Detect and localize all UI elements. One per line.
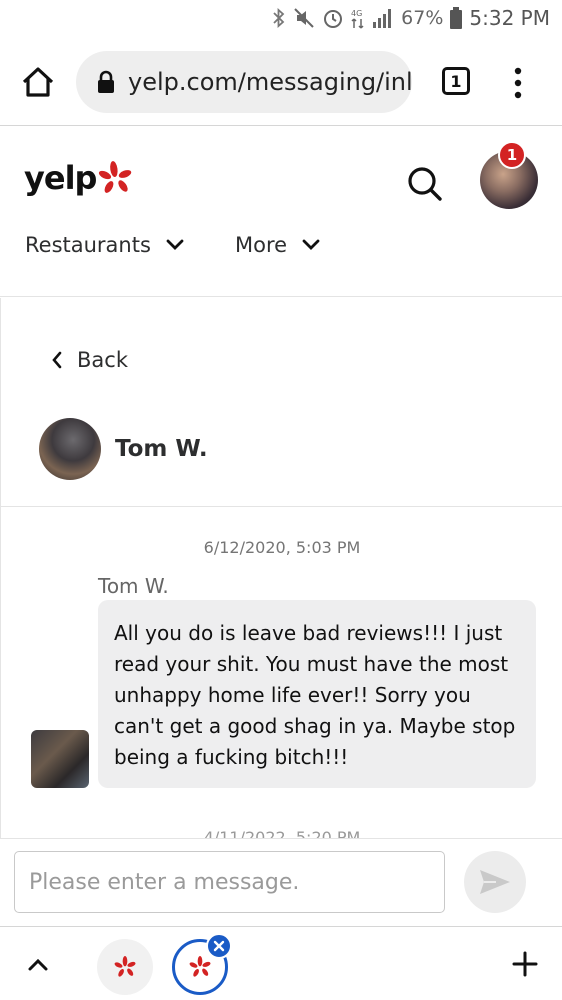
browser-menu-icon[interactable] bbox=[508, 66, 528, 100]
status-icons: 4G 67% 5:32 PM bbox=[272, 6, 550, 30]
chevron-down-icon bbox=[166, 239, 184, 250]
clock: 5:32 PM bbox=[469, 6, 550, 30]
tab-switcher-button[interactable]: 1 bbox=[442, 67, 470, 95]
nav-restaurants-label: Restaurants bbox=[25, 233, 151, 257]
svg-text:4G: 4G bbox=[351, 9, 362, 18]
logo-wordmark: yelp bbox=[24, 159, 97, 197]
yelp-burst-icon bbox=[189, 956, 211, 977]
mute-icon bbox=[294, 8, 314, 28]
network-icon: 4G bbox=[351, 9, 364, 29]
site-header: yelp 1 Restaurants More bbox=[0, 127, 562, 297]
message-bubble: All you do is leave bad reviews!!! I jus… bbox=[98, 600, 536, 788]
status-bar: 4G 67% 5:32 PM bbox=[0, 0, 562, 40]
browser-toolbar: yelp.com/messaging/inl 1 bbox=[0, 40, 562, 126]
chevron-left-icon bbox=[52, 351, 62, 369]
send-button[interactable] bbox=[464, 851, 526, 913]
alarm-icon bbox=[324, 10, 343, 28]
battery-icon bbox=[450, 7, 463, 29]
close-icon bbox=[213, 940, 225, 952]
address-bar[interactable]: yelp.com/messaging/inl bbox=[76, 51, 412, 113]
back-button[interactable]: Back bbox=[51, 348, 128, 372]
nav-restaurants[interactable]: Restaurants bbox=[25, 233, 185, 257]
lock-icon bbox=[98, 70, 114, 93]
conversation-panel: Back Tom W. 6/12/2020, 5:03 PM Tom W. Al… bbox=[0, 298, 562, 838]
yelp-burst-icon bbox=[99, 161, 132, 193]
contact-name: Tom W. bbox=[115, 436, 208, 462]
sender-avatar[interactable] bbox=[31, 730, 89, 788]
next-message-timestamp: 4/11/2022, 5:20 PM bbox=[203, 828, 361, 838]
message-input[interactable] bbox=[14, 851, 445, 913]
search-icon[interactable] bbox=[404, 163, 444, 203]
divider bbox=[1, 506, 562, 507]
tab-yelp[interactable] bbox=[97, 939, 153, 995]
notification-badge: 1 bbox=[498, 141, 526, 169]
plus-icon[interactable] bbox=[510, 949, 540, 979]
contact-avatar bbox=[39, 418, 101, 480]
back-label: Back bbox=[77, 348, 128, 372]
nav-more[interactable]: More bbox=[235, 233, 321, 257]
url-text: yelp.com/messaging/inl bbox=[128, 68, 412, 96]
conversation-contact[interactable]: Tom W. bbox=[39, 418, 208, 480]
message-composer bbox=[0, 838, 562, 926]
chevron-down-icon bbox=[302, 239, 320, 250]
chevron-up-icon[interactable] bbox=[24, 951, 52, 979]
bluetooth-icon bbox=[273, 7, 285, 29]
message-timestamp: 6/12/2020, 5:03 PM bbox=[203, 538, 361, 557]
send-icon bbox=[480, 870, 510, 894]
yelp-burst-icon bbox=[114, 956, 136, 977]
browser-bottom-bar bbox=[0, 926, 562, 1000]
yelp-logo[interactable]: yelp bbox=[24, 159, 132, 197]
message-sender: Tom W. bbox=[98, 574, 169, 598]
battery-percent: 67% bbox=[401, 7, 444, 29]
nav-more-label: More bbox=[235, 233, 288, 257]
signal-icon bbox=[373, 9, 392, 28]
close-tab-button[interactable] bbox=[206, 933, 232, 959]
home-icon[interactable] bbox=[18, 62, 58, 102]
